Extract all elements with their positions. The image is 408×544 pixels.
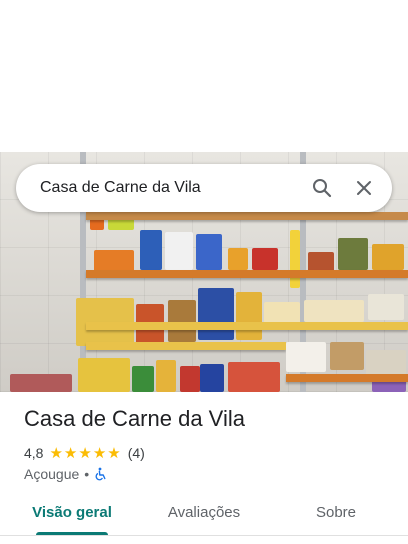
rating-stars: ★ ★ ★ ★ ★ (49, 446, 121, 461)
product (286, 342, 326, 372)
product (198, 288, 234, 340)
search-button[interactable] (308, 174, 336, 202)
product (368, 294, 404, 320)
separator: • (84, 466, 90, 482)
product (308, 252, 334, 272)
product (200, 364, 224, 392)
search-input[interactable]: Casa de Carne da Vila (40, 179, 294, 197)
review-count[interactable]: (4) (128, 445, 145, 461)
product (140, 230, 162, 270)
place-category: Açougue (24, 466, 80, 482)
search-icon (313, 179, 332, 198)
product (180, 366, 200, 392)
tab-about[interactable]: Sobre (296, 496, 376, 532)
star-icon: ★ (49, 444, 63, 462)
product (165, 232, 193, 270)
rating-row[interactable]: 4,8 ★ ★ ★ ★ ★ (4) (24, 444, 145, 462)
close-icon (357, 181, 371, 195)
place-tabs: Visão geral Avaliações Sobre (0, 496, 408, 536)
star-icon: ★ (107, 444, 121, 462)
tab-reviews[interactable]: Avaliações (154, 496, 254, 532)
product (168, 300, 196, 342)
wheelchair-accessible-icon (95, 467, 106, 481)
clear-search-button[interactable] (350, 174, 378, 202)
star-icon: ★ (92, 444, 107, 462)
product (304, 300, 364, 322)
product (10, 374, 72, 392)
star-icon: ★ (78, 444, 92, 462)
category-row: Açougue • (24, 465, 108, 483)
product (132, 366, 154, 392)
rating-value: 4,8 (24, 445, 44, 461)
shelf (86, 342, 286, 350)
shelf (86, 322, 408, 330)
star-icon: ★ (63, 444, 78, 462)
product (372, 244, 404, 270)
product (228, 248, 248, 270)
product (78, 358, 130, 392)
product (196, 234, 222, 270)
product (264, 302, 300, 324)
tab-divider (0, 535, 408, 536)
product (330, 342, 364, 370)
product (366, 350, 406, 376)
shelf (86, 270, 408, 278)
place-title: Casa de Carne da Vila (24, 406, 245, 431)
product (228, 362, 280, 392)
product (252, 248, 278, 270)
product (290, 230, 300, 288)
product (94, 250, 134, 272)
search-bar[interactable]: Casa de Carne da Vila (16, 164, 392, 212)
tab-overview[interactable]: Visão geral (22, 496, 122, 532)
product (236, 292, 262, 340)
product (156, 360, 176, 392)
product (338, 238, 368, 270)
shelf (286, 374, 408, 382)
shelf (86, 212, 408, 220)
